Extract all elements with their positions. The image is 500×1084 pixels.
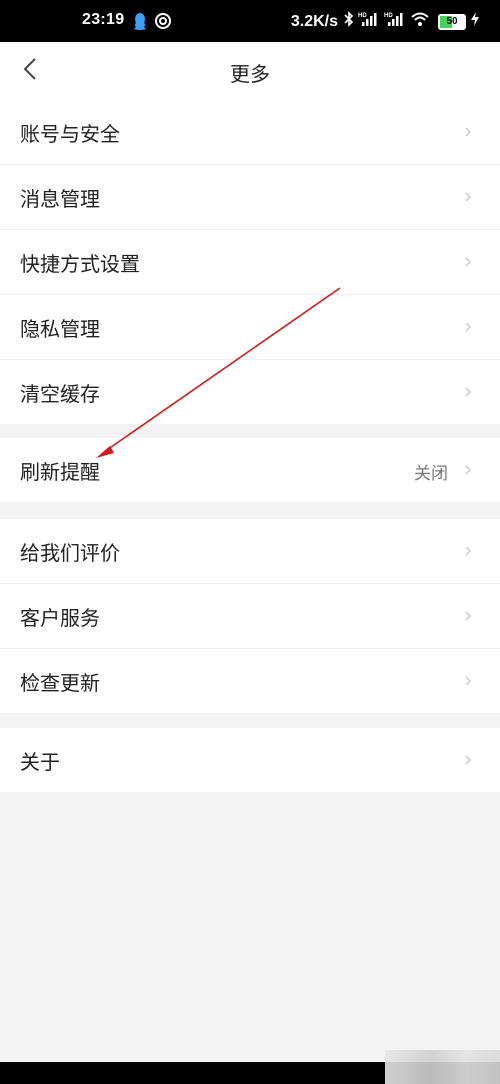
hd-signal-icon: HD (358, 11, 380, 32)
chevron-right-icon (465, 127, 472, 137)
refresh-reminder-value: 关闭 (414, 464, 448, 484)
chevron-right-icon (465, 465, 472, 475)
settings-group-about: 关于 (0, 728, 500, 792)
row-about[interactable]: 关于 (0, 728, 500, 792)
row-label: 刷新提醒 (20, 460, 100, 484)
row-label: 检查更新 (20, 671, 100, 695)
row-label: 关于 (20, 750, 60, 774)
status-bar: 23:19 3.2K/s HD HD 50 (0, 0, 500, 42)
chevron-right-icon (465, 257, 472, 267)
qq-icon (133, 12, 147, 35)
chevron-right-icon (465, 322, 472, 332)
chevron-right-icon (465, 192, 472, 202)
svg-text:HD: HD (384, 13, 393, 19)
row-label: 客户服务 (20, 606, 100, 630)
row-label: 账号与安全 (20, 122, 120, 146)
network-speed: 3.2K/s (290, 12, 338, 30)
row-account-security[interactable]: 账号与安全 (0, 100, 500, 165)
row-shortcut-settings[interactable]: 快捷方式设置 (0, 230, 500, 295)
chevron-right-icon (465, 611, 472, 621)
title-bar: 更多 (0, 42, 500, 100)
row-label: 清空缓存 (20, 382, 100, 406)
row-label: 快捷方式设置 (20, 252, 140, 276)
hd-signal-icon: HD (384, 11, 406, 32)
chevron-right-icon (465, 387, 472, 397)
row-message-management[interactable]: 消息管理 (0, 165, 500, 230)
settings-group-support: 给我们评价 客户服务 检查更新 (0, 519, 500, 713)
page-title: 更多 (230, 62, 270, 86)
row-label: 隐私管理 (20, 317, 100, 341)
charging-icon (470, 12, 480, 31)
row-label: 消息管理 (20, 187, 100, 211)
row-customer-service[interactable]: 客户服务 (0, 584, 500, 649)
settings-group-refresh: 刷新提醒 关闭 (0, 438, 500, 502)
battery-level-text: 50 (446, 15, 458, 27)
row-clear-cache[interactable]: 清空缓存 (0, 360, 500, 424)
bluetooth-icon (344, 11, 354, 32)
status-time: 23:19 (82, 11, 125, 28)
chevron-right-icon (465, 546, 472, 556)
sync-icon (154, 12, 172, 35)
row-rate-us[interactable]: 给我们评价 (0, 519, 500, 584)
wifi-icon (410, 11, 430, 32)
row-refresh-reminder[interactable]: 刷新提醒 关闭 (0, 438, 500, 502)
battery-icon: 50 (438, 13, 466, 30)
chevron-right-icon (465, 755, 472, 765)
row-label: 给我们评价 (20, 541, 120, 565)
settings-group-account: 账号与安全 消息管理 快捷方式设置 隐私管理 清空缓存 (0, 100, 500, 424)
row-check-update[interactable]: 检查更新 (0, 649, 500, 713)
chevron-right-icon (465, 676, 472, 686)
watermark (385, 1050, 500, 1084)
row-privacy-management[interactable]: 隐私管理 (0, 295, 500, 360)
svg-text:HD: HD (358, 13, 367, 19)
